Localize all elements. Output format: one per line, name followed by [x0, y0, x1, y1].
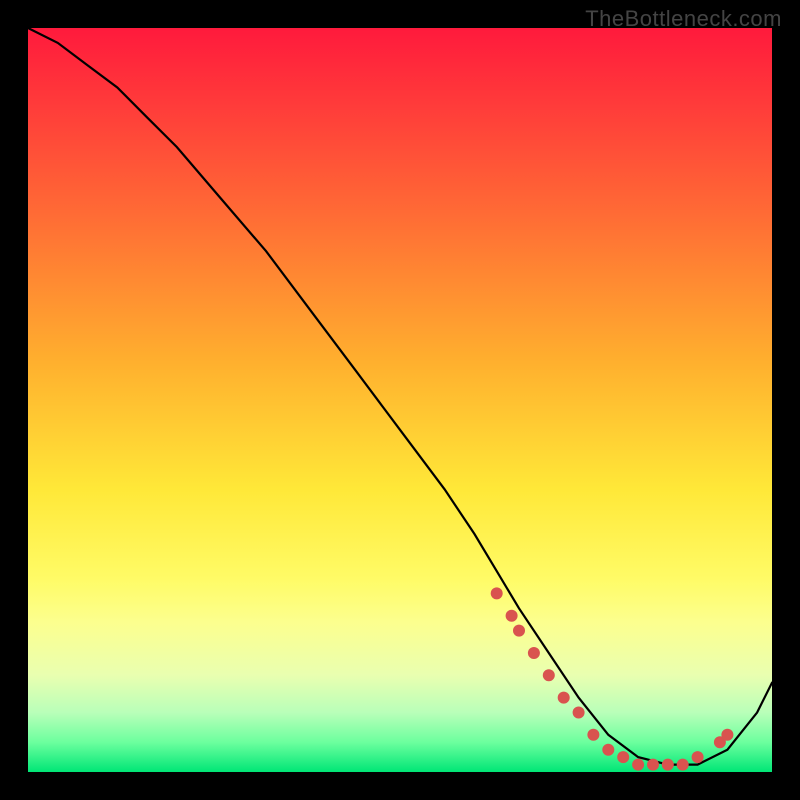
marker-dot — [692, 751, 704, 763]
marker-dot — [491, 587, 503, 599]
marker-dot — [662, 759, 674, 771]
marker-dot — [617, 751, 629, 763]
chart-frame: TheBottleneck.com — [0, 0, 800, 800]
marker-dot — [632, 759, 644, 771]
marker-group — [491, 587, 734, 770]
marker-dot — [558, 692, 570, 704]
curve-overlay — [28, 28, 772, 772]
bottleneck-curve — [28, 28, 772, 765]
marker-dot — [528, 647, 540, 659]
marker-dot — [573, 707, 585, 719]
marker-dot — [513, 625, 525, 637]
marker-dot — [721, 729, 733, 741]
marker-dot — [506, 610, 518, 622]
marker-dot — [602, 744, 614, 756]
plot-area — [28, 28, 772, 772]
marker-dot — [647, 759, 659, 771]
marker-dot — [543, 669, 555, 681]
marker-dot — [677, 759, 689, 771]
marker-dot — [587, 729, 599, 741]
